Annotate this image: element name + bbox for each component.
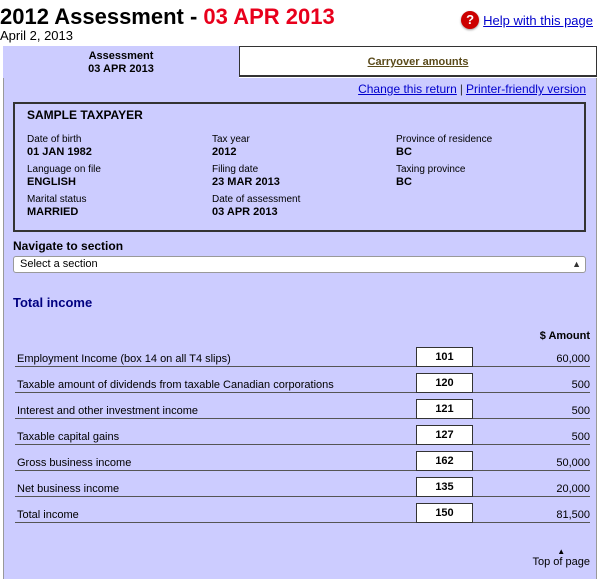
tab-assessment-date: 03 APR 2013: [88, 63, 154, 75]
row-label: Total income: [17, 509, 79, 521]
field-value: ENGLISH: [27, 176, 76, 188]
link-separator: |: [459, 82, 463, 96]
field-label: Filing date: [212, 164, 259, 175]
field-date-of-assessment: Date of assessment 03 APR 2013: [212, 194, 300, 218]
row-amount: 60,000: [556, 353, 590, 365]
change-return-link[interactable]: Change this return: [358, 82, 457, 96]
row-amount: 500: [571, 431, 590, 443]
page-header: 2012 Assessment - 03 APR 2013 ? Help wit…: [0, 4, 601, 30]
row-amount: 20,000: [556, 483, 590, 495]
field-label: Taxing province: [396, 164, 466, 175]
up-arrow-icon: ▲: [557, 547, 566, 556]
table-row: Gross business income 162 50,000: [15, 451, 590, 471]
field-value: 03 APR 2013: [212, 206, 278, 218]
field-province-of-residence: Province of residence BC: [396, 134, 492, 158]
field-tax-year: Tax year 2012: [212, 134, 250, 158]
page-title: 2012 Assessment - 03 APR 2013: [0, 4, 335, 30]
table-row: Taxable amount of dividends from taxable…: [15, 373, 590, 393]
line-code: 162: [416, 451, 473, 471]
field-value: BC: [396, 176, 412, 188]
field-value: 01 JAN 1982: [27, 146, 92, 158]
section-select-value: Select a section: [20, 258, 98, 270]
field-label: Province of residence: [396, 134, 493, 145]
section-title: Total income: [13, 295, 93, 310]
field-label: Date of birth: [27, 134, 82, 145]
taxpayer-info-box: SAMPLE TAXPAYER Date of birth 01 JAN 198…: [13, 102, 586, 232]
tab-carryover-label[interactable]: Carryover amounts: [368, 56, 469, 68]
title-prefix: 2012 Assessment -: [0, 4, 204, 29]
taxpayer-name: SAMPLE TAXPAYER: [27, 108, 143, 122]
row-amount: 500: [571, 379, 590, 391]
field-taxing-province: Taxing province BC: [396, 164, 465, 188]
field-value: 23 MAR 2013: [212, 176, 280, 188]
title-date: 03 APR 2013: [203, 4, 335, 29]
line-code: 135: [416, 477, 473, 497]
help-link[interactable]: Help with this page: [483, 13, 593, 28]
help-link-group[interactable]: ? Help with this page: [461, 11, 593, 29]
tab-assessment-label: Assessment: [88, 50, 154, 62]
row-label: Employment Income (box 14 on all T4 slip…: [17, 353, 231, 365]
field-value: 2012: [212, 146, 237, 158]
tab-assessment[interactable]: Assessment 03 APR 2013: [3, 46, 239, 78]
row-label: Gross business income: [17, 457, 132, 469]
select-arrows-icon: ▲: [572, 259, 581, 269]
top-of-page-label[interactable]: Top of page: [533, 556, 591, 568]
field-label: Language on file: [27, 164, 101, 175]
row-label: Taxable capital gains: [17, 431, 120, 443]
field-filing-date: Filing date 23 MAR 2013: [212, 164, 280, 188]
row-amount: 50,000: [556, 457, 590, 469]
field-label: Marital status: [27, 194, 87, 205]
line-code: 127: [416, 425, 473, 445]
field-language: Language on file ENGLISH: [27, 164, 101, 188]
line-code: 121: [416, 399, 473, 419]
table-row: Net business income 135 20,000: [15, 477, 590, 497]
row-label: Interest and other investment income: [17, 405, 198, 417]
question-icon[interactable]: ?: [461, 11, 480, 29]
table-row: Interest and other investment income 121…: [15, 399, 590, 419]
table-row-total: Total income 150 81,500: [15, 503, 590, 523]
line-code: 101: [416, 347, 473, 367]
navigate-label: Navigate to section: [13, 239, 124, 253]
row-label: Taxable amount of dividends from taxable…: [17, 379, 334, 391]
tab-bar: Assessment 03 APR 2013 Carryover amounts: [3, 46, 597, 78]
field-value: MARRIED: [27, 206, 79, 218]
tab-carryover[interactable]: Carryover amounts: [239, 46, 597, 77]
section-select[interactable]: Select a section ▲: [13, 256, 586, 273]
line-code: 120: [416, 373, 473, 393]
field-value: BC: [396, 146, 412, 158]
field-marital-status: Marital status MARRIED: [27, 194, 86, 218]
table-row: Employment Income (box 14 on all T4 slip…: [15, 347, 590, 367]
line-code: 150: [416, 503, 473, 523]
field-label: Tax year: [212, 134, 250, 145]
field-date-of-birth: Date of birth 01 JAN 1982: [27, 134, 92, 158]
row-amount: 81,500: [556, 509, 590, 521]
current-date: April 2, 2013: [0, 28, 73, 43]
row-amount: 500: [571, 405, 590, 417]
field-label: Date of assessment: [212, 194, 301, 205]
printer-friendly-link[interactable]: Printer-friendly version: [466, 82, 586, 96]
action-links: Change this return | Printer-friendly vers…: [358, 82, 586, 96]
amount-column-header: $ Amount: [539, 330, 590, 342]
row-label: Net business income: [17, 483, 120, 495]
table-row: Taxable capital gains 127 500: [15, 425, 590, 445]
top-of-page-link[interactable]: ▲ Top of page: [533, 547, 591, 569]
assessment-panel: Change this return | Printer-friendly vers…: [3, 78, 597, 579]
